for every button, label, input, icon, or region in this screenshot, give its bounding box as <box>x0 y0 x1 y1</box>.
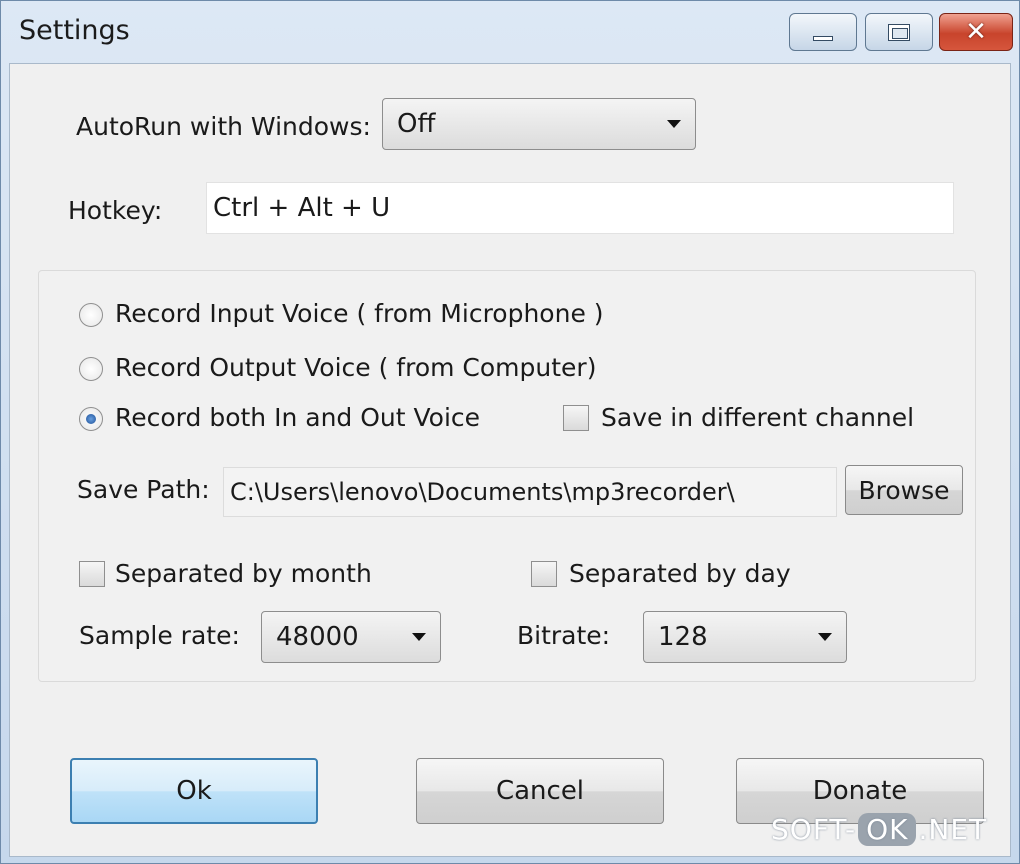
maximize-button[interactable] <box>865 13 933 51</box>
hotkey-label: Hotkey: <box>68 196 163 225</box>
chevron-down-icon <box>412 633 426 641</box>
watermark-left: SOFT- <box>771 813 857 846</box>
bitrate-value: 128 <box>658 622 708 652</box>
save-path-value: C:\Users\lenovo\Documents\mp3recorder\ <box>230 478 735 506</box>
autorun-value: Off <box>397 109 436 139</box>
sample-rate-label: Sample rate: <box>79 621 240 650</box>
watermark-ok: OK <box>858 813 917 846</box>
radio-record-input-label[interactable]: Record Input Voice ( from Microphone ) <box>115 299 604 328</box>
autorun-select[interactable]: Off <box>382 98 696 150</box>
settings-window: Settings ✕ AutoRun with Windows: Off Hot… <box>0 0 1020 864</box>
save-different-channel-label[interactable]: Save in different channel <box>601 403 914 432</box>
chevron-down-icon <box>818 633 832 641</box>
hotkey-value: Ctrl + Alt + U <box>213 193 391 223</box>
radio-record-input[interactable] <box>79 303 103 327</box>
watermark-right: .NET <box>918 813 988 846</box>
hotkey-input[interactable]: Ctrl + Alt + U <box>206 182 954 234</box>
close-button[interactable]: ✕ <box>939 13 1013 51</box>
radio-record-output-label[interactable]: Record Output Voice ( from Computer) <box>115 353 596 382</box>
sample-rate-select[interactable]: 48000 <box>261 611 441 663</box>
radio-record-both-label[interactable]: Record both In and Out Voice <box>115 403 480 432</box>
separated-by-day-label[interactable]: Separated by day <box>569 559 791 588</box>
separated-by-month-checkbox[interactable] <box>79 561 105 587</box>
autorun-label: AutoRun with Windows: <box>76 112 371 141</box>
save-different-channel-checkbox[interactable] <box>563 405 589 431</box>
window-title: Settings <box>19 15 130 46</box>
chevron-down-icon <box>667 120 681 128</box>
cancel-button[interactable]: Cancel <box>416 758 664 824</box>
sample-rate-value: 48000 <box>276 622 359 652</box>
browse-button[interactable]: Browse <box>845 465 963 515</box>
separated-by-month-label[interactable]: Separated by month <box>115 559 372 588</box>
ok-button[interactable]: Ok <box>70 758 318 824</box>
close-icon: ✕ <box>965 17 987 47</box>
radio-record-output[interactable] <box>79 357 103 381</box>
settings-client-area: AutoRun with Windows: Off Hotkey: Ctrl +… <box>9 63 1011 857</box>
recording-options-group: Record Input Voice ( from Microphone ) R… <box>38 270 976 682</box>
radio-record-both[interactable] <box>79 407 103 431</box>
title-bar[interactable]: Settings ✕ <box>1 1 1019 63</box>
save-path-input[interactable]: C:\Users\lenovo\Documents\mp3recorder\ <box>223 467 837 517</box>
minimize-button[interactable] <box>789 13 857 51</box>
separated-by-day-checkbox[interactable] <box>531 561 557 587</box>
bitrate-select[interactable]: 128 <box>643 611 847 663</box>
minimize-icon <box>813 35 833 41</box>
watermark: SOFT- OK .NET <box>771 813 987 846</box>
bitrate-label: Bitrate: <box>517 621 611 650</box>
save-path-label: Save Path: <box>77 475 210 504</box>
maximize-icon <box>888 23 910 41</box>
